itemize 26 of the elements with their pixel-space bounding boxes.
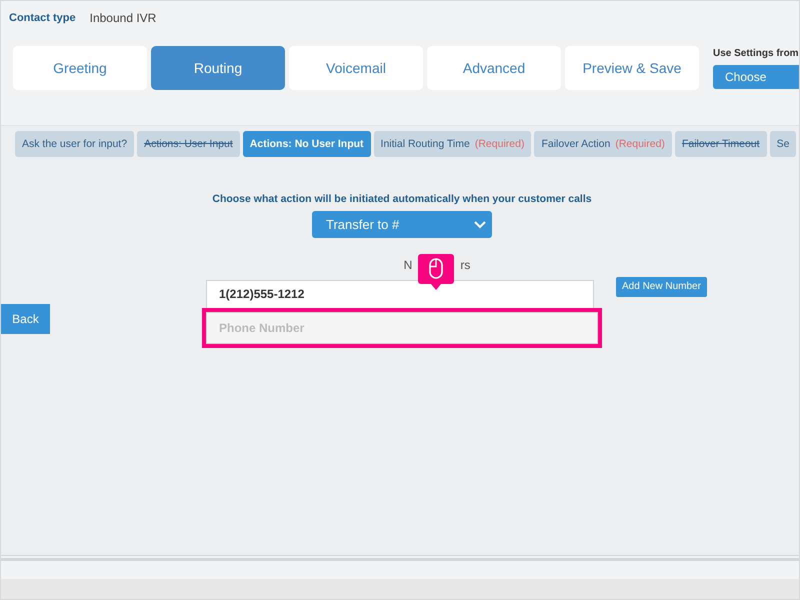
add-number-button[interactable]: Add New Number <box>616 276 707 296</box>
numbers-label: rs <box>460 257 470 272</box>
chevron-down-icon <box>474 220 486 228</box>
tab[interactable]: Advanced <box>427 46 561 90</box>
action-select[interactable]: Transfer to # <box>312 211 492 238</box>
step-tab[interactable]: Failover Timeout <box>674 131 767 157</box>
tab[interactable]: Preview & Save <box>565 46 699 90</box>
step-tab[interactable]: Se <box>770 131 796 157</box>
contact-type-label: Contact type <box>9 12 76 24</box>
question-text: Choose what action will be initiated automatically when your customer calls <box>212 193 592 205</box>
settings-dropdown[interactable]: Choose <box>713 65 799 89</box>
phone-number-input[interactable]: Phone Number <box>206 312 598 344</box>
back-button[interactable]: Back <box>1 304 50 334</box>
step-tab[interactable]: Actions: No User Input <box>242 131 371 157</box>
contact-type-value: Inbound IVR <box>90 11 156 25</box>
numbers-label: N <box>404 257 412 272</box>
mouse-icon <box>430 258 444 279</box>
phone-number-field[interactable]: 1(212)555-1212 <box>206 280 594 309</box>
step-tab[interactable]: Initial Routing Time (Required) <box>374 131 532 157</box>
tab[interactable]: Greeting <box>13 46 147 90</box>
step-tab[interactable]: Actions: User Input <box>137 131 240 157</box>
step-tab[interactable]: Failover Action (Required) <box>534 131 672 157</box>
tab[interactable]: Voicemail <box>289 46 423 90</box>
use-settings-label: Use Settings from <box>713 47 799 59</box>
tab[interactable]: Routing <box>151 46 285 90</box>
step-tab[interactable]: Ask the user for input? <box>15 131 134 157</box>
